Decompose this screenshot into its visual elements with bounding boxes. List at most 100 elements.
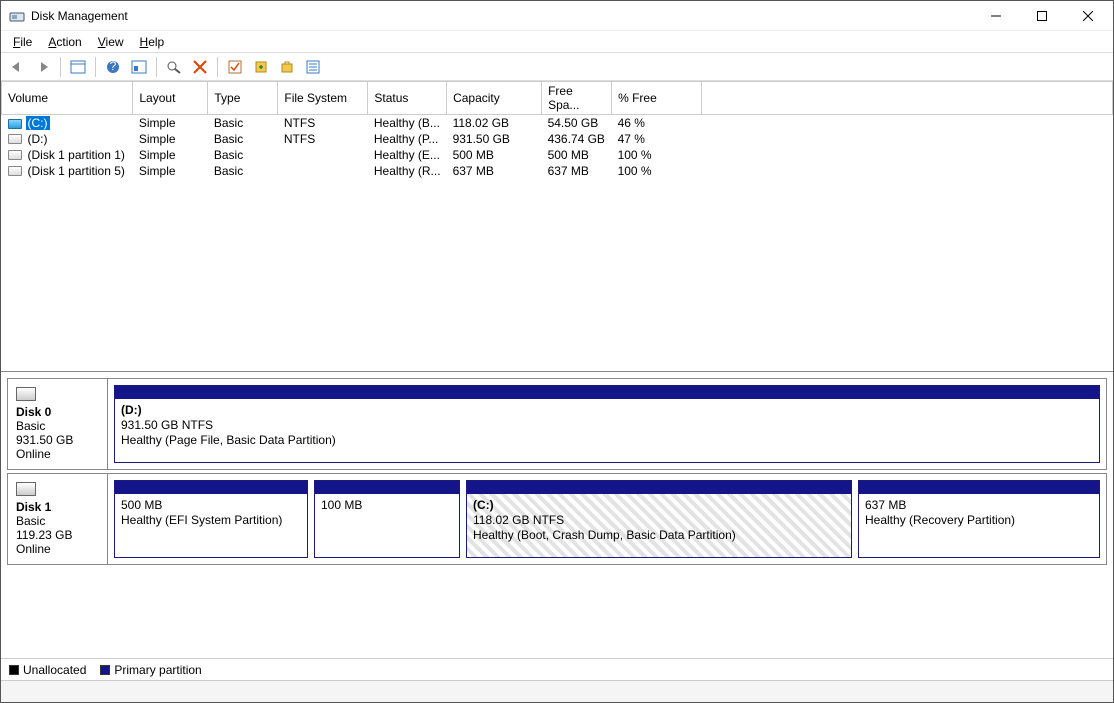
- disk-label[interactable]: Disk 1 Basic 119.23 GB Online: [8, 474, 108, 564]
- volume-filesystem: [278, 163, 368, 179]
- partition-label: (D:): [121, 403, 142, 417]
- statusbar: [1, 680, 1113, 702]
- partition-size: 931.50 GB NTFS: [121, 418, 213, 432]
- col-percent[interactable]: % Free: [612, 82, 702, 115]
- partition-body: 500 MB Healthy (EFI System Partition): [115, 494, 307, 557]
- col-free[interactable]: Free Spa...: [542, 82, 612, 115]
- partition-status: Healthy (Recovery Partition): [865, 513, 1015, 527]
- maximize-button[interactable]: [1019, 1, 1065, 30]
- volume-status: Healthy (P...: [368, 131, 447, 147]
- partition-body: 100 MB: [315, 494, 459, 557]
- disk-size: 931.50 GB: [16, 433, 99, 447]
- drive-icon: [8, 119, 22, 129]
- volume-list[interactable]: Volume Layout Type File System Status Ca…: [1, 81, 1113, 371]
- col-filesystem[interactable]: File System: [278, 82, 368, 115]
- volume-status: Healthy (R...: [368, 163, 447, 179]
- disk-row[interactable]: Disk 1 Basic 119.23 GB Online 500 MB Hea…: [7, 473, 1107, 565]
- volume-row[interactable]: (Disk 1 partition 1)SimpleBasicHealthy (…: [2, 147, 1113, 163]
- partition-status: Healthy (Boot, Crash Dump, Basic Data Pa…: [473, 528, 736, 542]
- volume-layout: Simple: [133, 131, 208, 147]
- partition-stripe: [115, 481, 307, 494]
- svg-text:?: ?: [110, 60, 117, 73]
- disk-name: Disk 1: [16, 500, 99, 514]
- col-type[interactable]: Type: [208, 82, 278, 115]
- volume-name: (D:): [26, 132, 50, 146]
- tool-properties[interactable]: [162, 55, 186, 79]
- partition-size: 637 MB: [865, 498, 906, 512]
- tool-list[interactable]: [301, 55, 325, 79]
- disk-row[interactable]: Disk 0 Basic 931.50 GB Online (D:) 931.5…: [7, 378, 1107, 470]
- partition[interactable]: (C:) 118.02 GB NTFS Healthy (Boot, Crash…: [466, 480, 852, 558]
- disk-label[interactable]: Disk 0 Basic 931.50 GB Online: [8, 379, 108, 469]
- partition[interactable]: 500 MB Healthy (EFI System Partition): [114, 480, 308, 558]
- menu-view[interactable]: View: [90, 33, 132, 51]
- drive-icon: [8, 150, 22, 160]
- minimize-button[interactable]: [973, 1, 1019, 30]
- volume-name: (Disk 1 partition 1): [26, 148, 127, 162]
- legend-primary: Primary partition: [100, 663, 201, 677]
- partition-body: (C:) 118.02 GB NTFS Healthy (Boot, Crash…: [467, 494, 851, 557]
- tool-delete[interactable]: [188, 55, 212, 79]
- toolbar-separator: [60, 57, 61, 77]
- volume-type: Basic: [208, 163, 278, 179]
- legend-unallocated: Unallocated: [9, 663, 86, 677]
- menu-file[interactable]: File: [5, 33, 40, 51]
- menu-help[interactable]: Help: [132, 33, 173, 51]
- volume-percent: 100 %: [612, 147, 702, 163]
- col-capacity[interactable]: Capacity: [447, 82, 542, 115]
- show-hide-button[interactable]: [66, 55, 90, 79]
- volume-free: 436.74 GB: [542, 131, 612, 147]
- volume-filesystem: NTFS: [278, 131, 368, 147]
- disk-name: Disk 0: [16, 405, 99, 419]
- partition-status: Healthy (Page File, Basic Data Partition…: [121, 433, 336, 447]
- volume-type: Basic: [208, 131, 278, 147]
- toolbar-separator: [156, 57, 157, 77]
- tool-new[interactable]: [249, 55, 273, 79]
- volume-layout: Simple: [133, 115, 208, 131]
- menu-action[interactable]: Action: [40, 33, 89, 51]
- volume-filesystem: NTFS: [278, 115, 368, 131]
- disk-size: 119.23 GB: [16, 528, 99, 542]
- col-blank: [702, 82, 1113, 115]
- volume-percent: 47 %: [612, 131, 702, 147]
- volume-layout: Simple: [133, 147, 208, 163]
- volume-capacity: 500 MB: [447, 147, 542, 163]
- partition-stripe: [115, 386, 1099, 399]
- col-status[interactable]: Status: [368, 82, 447, 115]
- volume-capacity: 637 MB: [447, 163, 542, 179]
- disk-icon: [16, 482, 36, 496]
- help-button[interactable]: ?: [101, 55, 125, 79]
- close-button[interactable]: [1065, 1, 1111, 30]
- partition-status: Healthy (EFI System Partition): [121, 513, 282, 527]
- volume-row[interactable]: (C:)SimpleBasicNTFSHealthy (B...118.02 G…: [2, 115, 1113, 131]
- tool-attach[interactable]: [275, 55, 299, 79]
- col-layout[interactable]: Layout: [133, 82, 208, 115]
- toolbar-separator: [95, 57, 96, 77]
- titlebar: Disk Management: [1, 1, 1113, 31]
- partition-stripe: [859, 481, 1099, 494]
- toolbar-separator: [217, 57, 218, 77]
- partition-size: 500 MB: [121, 498, 162, 512]
- disk-status: Online: [16, 447, 99, 461]
- volume-free: 54.50 GB: [542, 115, 612, 131]
- disk-status: Online: [16, 542, 99, 556]
- volume-percent: 46 %: [612, 115, 702, 131]
- volume-row[interactable]: (D:)SimpleBasicNTFSHealthy (P...931.50 G…: [2, 131, 1113, 147]
- partition[interactable]: (D:) 931.50 GB NTFS Healthy (Page File, …: [114, 385, 1100, 463]
- volume-list-header[interactable]: Volume Layout Type File System Status Ca…: [2, 82, 1113, 115]
- volume-row[interactable]: (Disk 1 partition 5)SimpleBasicHealthy (…: [2, 163, 1113, 179]
- col-volume[interactable]: Volume: [2, 82, 133, 115]
- partition-size: 100 MB: [321, 498, 362, 512]
- tool-check[interactable]: [223, 55, 247, 79]
- disk-type: Basic: [16, 419, 99, 433]
- partition[interactable]: 100 MB: [314, 480, 460, 558]
- disk-graphical-pane[interactable]: Disk 0 Basic 931.50 GB Online (D:) 931.5…: [1, 371, 1113, 658]
- swatch-unallocated: [9, 665, 19, 675]
- back-button[interactable]: [5, 55, 29, 79]
- settings-button[interactable]: [127, 55, 151, 79]
- volume-name: (C:): [26, 116, 50, 130]
- app-icon: [9, 8, 25, 24]
- volume-type: Basic: [208, 147, 278, 163]
- partition[interactable]: 637 MB Healthy (Recovery Partition): [858, 480, 1100, 558]
- forward-button[interactable]: [31, 55, 55, 79]
